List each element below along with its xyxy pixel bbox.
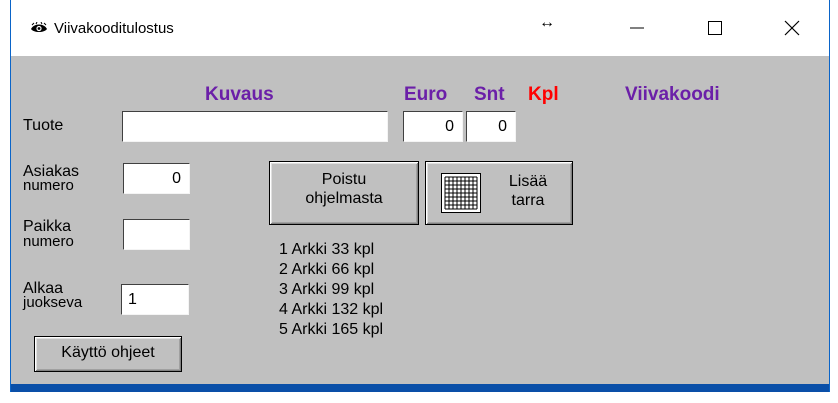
header-snt: Snt: [474, 84, 505, 105]
maximize-icon: [708, 21, 722, 35]
minimize-icon: [630, 27, 644, 29]
header-kuvaus: Kuvaus: [205, 84, 274, 105]
header-viivakoodi: Viivakoodi: [625, 84, 720, 105]
list-item: 4 Arkki 132 kpl: [279, 301, 384, 318]
app-window: Viivakooditulostus ↔ Kuvaus Euro Snt Kpl…: [10, 0, 830, 392]
window-bottom-border: [11, 384, 829, 392]
lisaa-label-line1: Lisää: [508, 173, 548, 190]
kuvaus-input[interactable]: [122, 111, 388, 142]
label-alkaa-juokseva: juokseva: [23, 294, 83, 311]
list-item: 1 Arkki 33 kpl: [279, 241, 375, 258]
list-item: 2 Arkki 66 kpl: [279, 261, 375, 278]
alkaa-juokseva-input[interactable]: 1: [121, 284, 189, 315]
asiakas-numero-input[interactable]: 0: [123, 163, 190, 194]
grid-icon: [441, 173, 481, 213]
minimize-button[interactable]: [608, 0, 666, 56]
title-bar[interactable]: Viivakooditulostus ↔: [11, 0, 829, 56]
close-icon: [784, 20, 800, 36]
list-item: 3 Arkki 99 kpl: [279, 281, 375, 298]
close-button[interactable]: [763, 0, 821, 56]
maximize-button[interactable]: [686, 0, 744, 56]
label-tuote: Tuote: [23, 117, 64, 134]
euro-input[interactable]: 0: [403, 111, 463, 142]
window-title: Viivakooditulostus: [54, 20, 174, 37]
lisaa-tarra-button[interactable]: Lisää tarra: [425, 161, 573, 225]
poistu-button[interactable]: Poistu ohjelmasta: [269, 161, 419, 225]
header-kpl: Kpl: [528, 84, 559, 105]
poistu-label-line1: Poistu: [321, 171, 367, 188]
eye-icon: [31, 22, 47, 32]
resize-horizontal-icon: ↔: [539, 14, 555, 31]
label-paikka-numero: numero: [23, 233, 74, 250]
header-euro: Euro: [404, 84, 448, 105]
poistu-label-line2: ohjelmasta: [305, 190, 383, 207]
paikka-numero-input[interactable]: [123, 219, 190, 250]
label-asiakas-numero: numero: [23, 177, 74, 194]
snt-input[interactable]: 0: [466, 111, 516, 142]
label-paikka: Paikka: [23, 218, 72, 235]
kaytto-ohjeet-button[interactable]: Käyttö ohjeet: [34, 336, 182, 372]
lisaa-label-line2: tarra: [511, 192, 545, 209]
kaytto-ohjeet-label: Käyttö ohjeet: [61, 344, 155, 361]
list-item: 5 Arkki 165 kpl: [279, 321, 384, 338]
